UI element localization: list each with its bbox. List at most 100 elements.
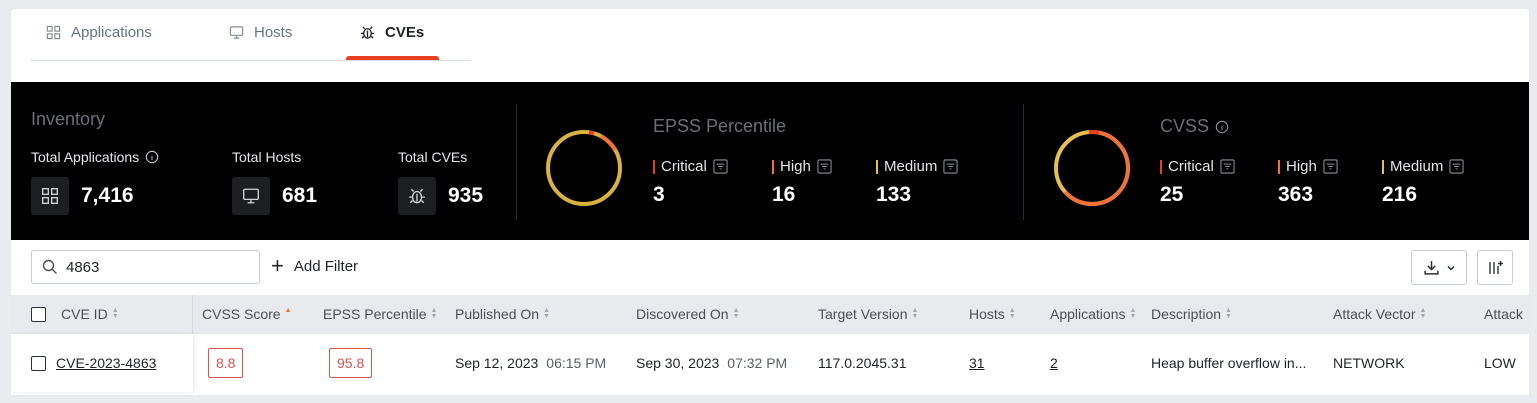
select-all-checkbox[interactable] bbox=[31, 307, 46, 322]
table-header: CVE ID ▲▼ CVSS Score ▲▼ EPSS Percentile … bbox=[11, 295, 1529, 334]
total-cves-value: 935 bbox=[448, 184, 484, 207]
target-version-cell: 117.0.2045.31 bbox=[818, 355, 907, 371]
row-checkbox[interactable] bbox=[31, 356, 46, 371]
col-header-applications[interactable]: Applications ▲ ▼ bbox=[1050, 306, 1136, 322]
filter-icon[interactable] bbox=[1449, 159, 1464, 174]
plus-icon: + bbox=[271, 253, 284, 278]
cvss-critical-stat: Critical 25 bbox=[1160, 158, 1235, 207]
col-header-published-on[interactable]: Published On ▲ ▼ bbox=[455, 306, 550, 322]
info-icon[interactable] bbox=[145, 150, 159, 164]
attack-vector-cell: NETWORK bbox=[1333, 355, 1405, 371]
column-settings-button[interactable] bbox=[1477, 250, 1513, 285]
search-box[interactable] bbox=[31, 250, 260, 284]
cvss-donut-chart bbox=[1054, 130, 1130, 206]
filter-icon[interactable] bbox=[713, 159, 728, 174]
cvss-high-stat: High 363 bbox=[1278, 158, 1338, 207]
critical-indicator bbox=[653, 159, 655, 174]
tab-applications-label: Applications bbox=[71, 23, 152, 41]
sort-asc-icon: ▲▼ bbox=[284, 307, 292, 314]
cvss-title: CVSS bbox=[1160, 116, 1210, 136]
sort-icon: ▲ ▼ bbox=[1225, 307, 1232, 320]
divider bbox=[516, 104, 517, 220]
filter-icon[interactable] bbox=[1220, 159, 1235, 174]
medium-indicator bbox=[1382, 159, 1384, 174]
hosts-count-link[interactable]: 31 bbox=[969, 355, 985, 371]
col-header-target-version[interactable]: Target Version ▲ ▼ bbox=[818, 306, 918, 322]
hosts-icon-box bbox=[232, 177, 270, 215]
columns-icon bbox=[1489, 260, 1503, 274]
cvss-high-value: 363 bbox=[1278, 183, 1314, 206]
total-hosts-label: Total Hosts bbox=[232, 149, 302, 165]
applications-icon-box bbox=[31, 177, 69, 215]
download-icon bbox=[1423, 261, 1439, 275]
tab-applications[interactable]: Applications bbox=[46, 21, 152, 43]
epss-percentile-badge: 95.8 bbox=[329, 348, 373, 378]
col-header-epss-percentile[interactable]: EPSS Percentile ▲ ▼ bbox=[323, 306, 437, 322]
high-indicator bbox=[1278, 159, 1280, 174]
sort-icon: ▲ ▼ bbox=[430, 307, 438, 320]
add-filter-button[interactable]: + Add Filter bbox=[271, 253, 359, 278]
epss-medium-label: Medium bbox=[884, 158, 938, 175]
search-input[interactable] bbox=[66, 258, 236, 276]
cvss-score-badge: 8.8 bbox=[208, 348, 244, 378]
epss-critical-stat: Critical 3 bbox=[653, 158, 728, 207]
total-applications-label: Total Applications bbox=[31, 149, 140, 165]
tab-bar: Applications Hosts CVEs bbox=[31, 9, 471, 61]
table-row[interactable]: CVE-2023-4863 8.8 95.8 Sep 12, 2023 06:15… bbox=[11, 334, 1529, 392]
col-header-cvss-score[interactable]: CVSS Score ▲▼ bbox=[202, 306, 292, 322]
description-cell: Heap buffer overflow in... bbox=[1151, 355, 1307, 371]
epss-donut-chart bbox=[546, 130, 622, 206]
col-header-description[interactable]: Description ▲ ▼ bbox=[1151, 306, 1232, 322]
info-icon[interactable] bbox=[1215, 120, 1229, 134]
monitor-icon bbox=[243, 188, 259, 204]
col-header-discovered-on[interactable]: Discovered On ▲ ▼ bbox=[636, 306, 740, 322]
epss-high-label: High bbox=[780, 158, 811, 175]
filter-icon[interactable] bbox=[943, 159, 958, 174]
add-filter-label: Add Filter bbox=[293, 257, 359, 275]
download-button[interactable] bbox=[1411, 250, 1467, 285]
filter-icon[interactable] bbox=[1323, 159, 1338, 174]
sort-icon: ▲ ▼ bbox=[911, 307, 919, 320]
tab-hosts[interactable]: Hosts bbox=[229, 21, 292, 43]
header-first-cell: CVE ID ▲ ▼ bbox=[11, 295, 193, 334]
epss-critical-value: 3 bbox=[653, 183, 665, 206]
critical-indicator bbox=[1160, 159, 1162, 174]
bug-icon bbox=[360, 25, 375, 39]
bug-icon bbox=[409, 188, 425, 204]
discovered-on-cell: Sep 30, 2023 07:32 PM bbox=[636, 355, 788, 371]
sort-icon: ▲ ▼ bbox=[111, 307, 119, 320]
cvss-medium-label: Medium bbox=[1390, 158, 1444, 175]
search-icon bbox=[42, 259, 57, 274]
total-hosts-value: 681 bbox=[282, 184, 318, 207]
total-applications-stat: Total Applications 7,416 bbox=[31, 149, 159, 215]
monitor-icon bbox=[229, 25, 244, 39]
sort-icon: ▲ ▼ bbox=[732, 307, 740, 320]
grid-icon bbox=[42, 188, 58, 204]
high-indicator bbox=[772, 159, 774, 174]
col-header-attack-vector[interactable]: Attack Vector ▲ ▼ bbox=[1333, 306, 1426, 322]
grid-icon bbox=[46, 25, 61, 39]
col-header-cve-id[interactable]: CVE ID ▲ ▼ bbox=[61, 306, 119, 322]
total-cves-label: Total CVEs bbox=[398, 149, 468, 165]
inventory-title: Inventory bbox=[31, 109, 106, 129]
epss-critical-label: Critical bbox=[661, 158, 707, 175]
active-tab-indicator bbox=[346, 56, 439, 60]
published-on-cell: Sep 12, 2023 06:15 PM bbox=[455, 355, 607, 371]
applications-count-link[interactable]: 2 bbox=[1050, 355, 1058, 371]
tab-cves[interactable]: CVEs bbox=[360, 21, 424, 43]
tab-cves-label: CVEs bbox=[385, 23, 425, 41]
col-header-attack[interactable]: Attack bbox=[1484, 306, 1523, 322]
cvss-high-label: High bbox=[1286, 158, 1317, 175]
filter-icon[interactable] bbox=[817, 159, 832, 174]
epss-medium-stat: Medium 133 bbox=[876, 158, 958, 207]
cve-id-link[interactable]: CVE-2023-4863 bbox=[56, 355, 156, 371]
medium-indicator bbox=[876, 159, 878, 174]
attack-cell: LOW bbox=[1484, 355, 1516, 371]
cves-icon-box bbox=[398, 177, 436, 215]
tabs-card: Applications Hosts CVEs bbox=[11, 9, 1529, 82]
cve-table-card: + Add Filter CVE ID ▲▼ CVSS Score ▲▼ EPS… bbox=[11, 240, 1529, 395]
cvss-critical-value: 25 bbox=[1160, 183, 1184, 206]
col-header-hosts[interactable]: Hosts ▲ ▼ bbox=[969, 306, 1016, 322]
epss-high-value: 16 bbox=[772, 183, 796, 206]
sort-icon: ▲ ▼ bbox=[1129, 307, 1137, 320]
